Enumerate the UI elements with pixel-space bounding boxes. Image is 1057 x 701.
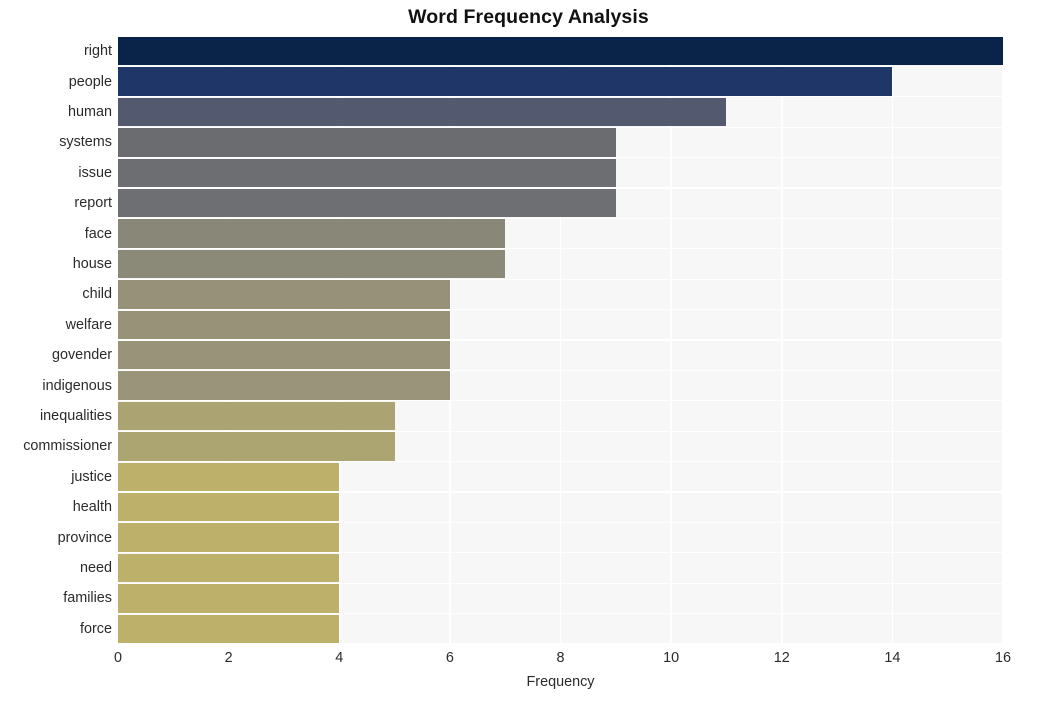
x-tick-label-2: 2 — [224, 650, 233, 666]
word-frequency-chart-figure: Word Frequency Analysis right people human… — [0, 0, 1057, 701]
y-tick-label-welfare: welfare — [65, 316, 112, 333]
bar-force[interactable] — [118, 614, 340, 643]
bar-systems[interactable] — [118, 128, 616, 157]
y-tick-label-inequalities: inequalities — [39, 408, 112, 424]
bar-fill — [118, 67, 893, 96]
x-tick-label-6: 6 — [445, 650, 454, 666]
bar-fill — [118, 188, 616, 218]
x-axis-tick-labels: 0 2 4 6 8 10 12 14 16 — [0, 650, 1057, 674]
bar-face[interactable] — [118, 219, 506, 248]
bar-fill — [118, 219, 506, 248]
x-tick-label-0: 0 — [113, 650, 123, 666]
y-tick-label-province: province — [57, 529, 112, 546]
y-tick-label-child: child — [82, 286, 112, 303]
bar-families[interactable] — [118, 584, 340, 613]
bar-inequalities[interactable] — [118, 401, 395, 431]
bar-fill — [118, 158, 616, 187]
x-tick-label-14: 14 — [884, 650, 901, 666]
x-tick-label-8: 8 — [556, 650, 565, 666]
bar-right[interactable] — [118, 36, 1003, 66]
y-tick-label-force: force — [80, 620, 112, 637]
bar-fill — [118, 97, 727, 127]
bar-fill — [118, 310, 450, 339]
bar-people[interactable] — [118, 67, 893, 96]
bar-house[interactable] — [118, 249, 506, 279]
x-tick-label-12: 12 — [773, 650, 790, 666]
bar-welfare[interactable] — [118, 310, 450, 339]
y-tick-label-systems: systems — [59, 134, 112, 151]
y-tick-label-families: families — [63, 590, 112, 607]
y-tick-label-report: report — [74, 195, 112, 212]
bar-province[interactable] — [118, 523, 340, 552]
chart-title: Word Frequency Analysis — [408, 6, 649, 28]
bar-commissioner[interactable] — [118, 432, 395, 461]
y-axis-tick-labels: right people human systems issue report face ho… — [0, 36, 112, 644]
bar-govender[interactable] — [118, 340, 450, 370]
x-axis-title: Frequency — [526, 674, 595, 690]
bar-need[interactable] — [118, 553, 340, 583]
y-tick-label-need: need — [79, 560, 112, 576]
bar-fill — [118, 280, 450, 309]
bar-fill — [118, 432, 395, 461]
bar-fill — [118, 249, 506, 279]
bar-fill — [118, 128, 616, 157]
y-tick-label-face: face — [84, 225, 112, 242]
y-tick-label-human: human — [67, 104, 112, 120]
bar-fill — [118, 523, 340, 552]
bar-fill — [118, 553, 340, 583]
bar-fill — [118, 36, 1003, 66]
y-tick-label-people: people — [68, 73, 112, 90]
bar-human[interactable] — [118, 97, 727, 127]
bar-fill — [118, 584, 340, 613]
y-tick-label-justice: justice — [71, 468, 112, 485]
y-tick-label-right: right — [84, 43, 112, 60]
bar-report[interactable] — [118, 188, 616, 218]
x-tick-label-10: 10 — [663, 650, 680, 666]
x-tick-label-16: 16 — [994, 650, 1012, 666]
bar-fill — [118, 371, 450, 400]
y-tick-label-issue: issue — [78, 164, 112, 181]
plot-area — [118, 35, 1004, 645]
bar-fill — [118, 462, 340, 491]
y-tick-label-govender: govender — [51, 347, 112, 364]
bar-fill — [118, 614, 340, 643]
bar-indigenous[interactable] — [118, 371, 450, 400]
bar-fill — [118, 340, 450, 370]
bar-fill — [118, 401, 395, 431]
bar-fill — [118, 492, 340, 522]
bar-health[interactable] — [118, 492, 340, 522]
y-tick-label-health: health — [72, 499, 112, 516]
y-tick-label-house: house — [72, 256, 112, 272]
bar-child[interactable] — [118, 280, 450, 309]
bar-issue[interactable] — [118, 158, 616, 187]
horizontal-gridline — [118, 643, 1003, 645]
x-tick-label-4: 4 — [335, 650, 344, 666]
bar-justice[interactable] — [118, 462, 340, 491]
y-tick-label-commissioner: commissioner — [23, 438, 112, 455]
y-tick-label-indigenous: indigenous — [42, 377, 112, 394]
